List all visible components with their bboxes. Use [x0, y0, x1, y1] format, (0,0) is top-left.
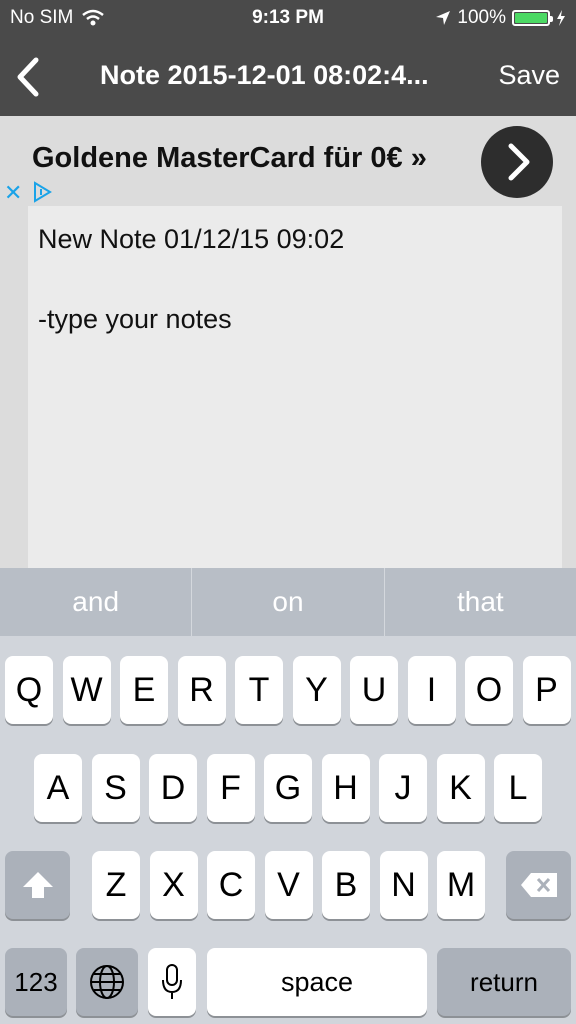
key-c[interactable]: C [207, 851, 255, 919]
key-n[interactable]: N [379, 851, 428, 919]
key-f[interactable]: F [206, 754, 255, 822]
charging-bolt-icon [557, 10, 565, 26]
status-bar: No SIM 9:13 PM 100% [0, 0, 576, 36]
key-d[interactable]: D [149, 754, 197, 822]
ad-text[interactable]: Goldene MasterCard für 0€ » [32, 142, 427, 175]
key-v[interactable]: V [264, 851, 313, 919]
key-x[interactable]: X [149, 851, 198, 919]
key-q[interactable]: Q [5, 656, 53, 724]
key-y[interactable]: Y [292, 656, 341, 724]
key-l[interactable]: L [494, 754, 542, 822]
key-s[interactable]: S [91, 754, 140, 822]
key-b[interactable]: B [322, 851, 370, 919]
key-m[interactable]: M [437, 851, 485, 919]
ad-banner[interactable]: Goldene MasterCard für 0€ » ✕ [0, 116, 576, 208]
key-t[interactable]: T [235, 656, 283, 724]
key-p[interactable]: P [522, 656, 571, 724]
globe-key[interactable] [76, 948, 138, 1016]
note-line: New Note 01/12/15 09:02 [38, 224, 345, 254]
battery-percent: 100% [457, 7, 506, 28]
chevron-left-icon [17, 57, 39, 97]
ad-arrow-button[interactable] [481, 126, 553, 198]
note-editor[interactable]: New Note 01/12/15 09:02 -type your notes [28, 206, 562, 568]
save-button[interactable]: Save [498, 60, 560, 91]
key-o[interactable]: O [465, 656, 513, 724]
ad-choices-icon[interactable] [30, 180, 54, 204]
note-line: -type your notes [38, 304, 232, 334]
suggestion-item[interactable]: and [0, 568, 193, 636]
key-z[interactable]: Z [92, 851, 140, 919]
page-title: Note 2015-12-01 08:02:4... [100, 60, 429, 90]
suggestion-item[interactable]: that [385, 568, 576, 636]
key-a[interactable]: A [34, 754, 82, 822]
back-button[interactable] [8, 50, 52, 102]
microphone-icon [162, 964, 182, 999]
shift-icon [22, 872, 53, 898]
keyboard: and on that QWERTYUIOP ASDFGHJKL ZXCVBNM 1… [0, 568, 576, 1024]
microphone-key[interactable] [148, 948, 196, 1016]
key-k[interactable]: K [436, 754, 485, 822]
location-arrow-icon [436, 11, 451, 25]
backspace-key[interactable] [506, 851, 571, 919]
return-key[interactable]: return [437, 948, 571, 1016]
chevron-right-icon [508, 143, 530, 181]
key-g[interactable]: G [264, 754, 312, 822]
backspace-icon [520, 873, 557, 897]
suggestion-item[interactable]: on [192, 568, 385, 636]
key-i[interactable]: I [407, 656, 456, 724]
ad-close-icon[interactable]: ✕ [4, 180, 22, 206]
navigation-bar: Note 2015-12-01 08:02:4... Save [0, 46, 576, 108]
numbers-key[interactable]: 123 [5, 948, 67, 1016]
key-w[interactable]: W [62, 656, 111, 724]
key-e[interactable]: E [120, 656, 168, 724]
battery-icon [512, 10, 553, 26]
key-j[interactable]: J [379, 754, 427, 822]
shift-key[interactable] [5, 851, 70, 919]
key-r[interactable]: R [177, 656, 226, 724]
space-key[interactable]: space [207, 948, 427, 1016]
top-bar: No SIM 9:13 PM 100% Note 2015-12-01 08:0… [0, 0, 576, 116]
key-u[interactable]: U [350, 656, 398, 724]
suggestion-bar: and on that [0, 568, 576, 636]
globe-icon [90, 965, 124, 999]
key-h[interactable]: H [321, 754, 370, 822]
